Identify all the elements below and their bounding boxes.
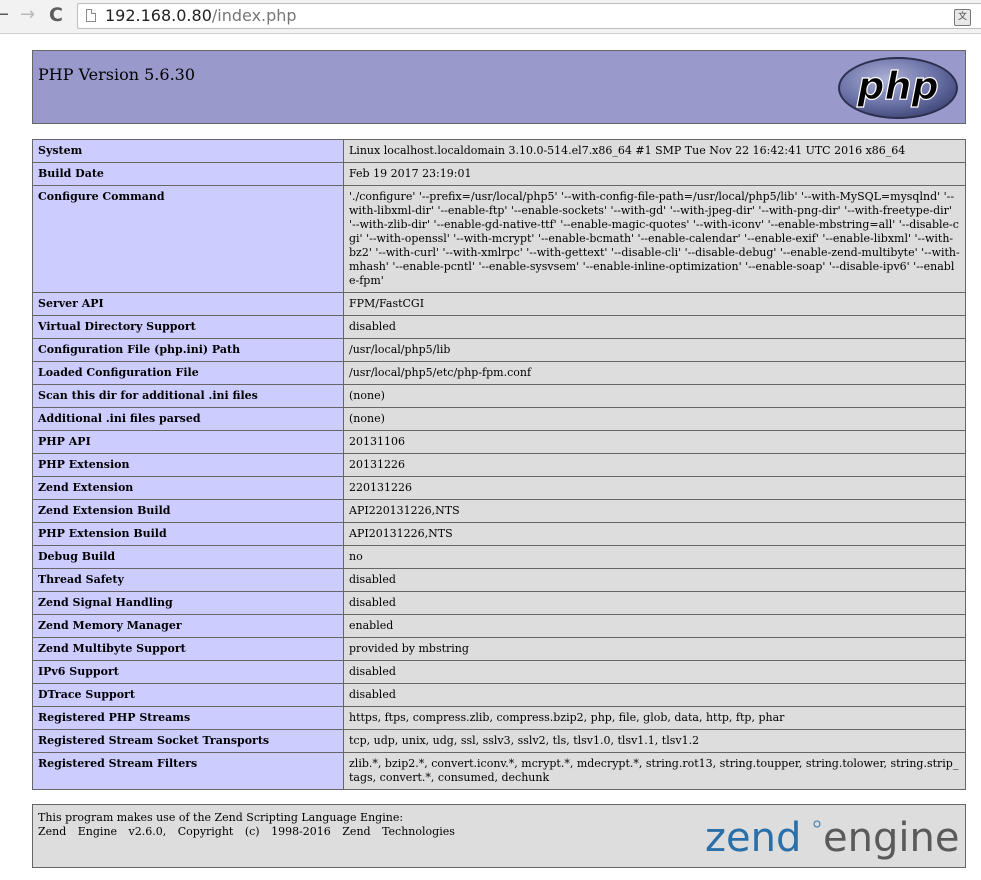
table-row: Virtual Directory Support disabled [32, 315, 966, 339]
table-row: DTrace Support disabled [32, 683, 966, 707]
row-key: Build Date [32, 162, 344, 186]
php-version-header: PHP Version 5.6.30 php [32, 50, 966, 124]
row-value: API20131226,NTS [343, 522, 966, 546]
row-key: PHP Extension Build [32, 522, 344, 546]
row-value: 220131226 [343, 476, 966, 500]
info-table: System Linux localhost.localdomain 3.10.0… [32, 139, 966, 790]
row-value: disabled [343, 315, 966, 339]
url-path: /index.php [211, 6, 297, 25]
row-key: PHP API [32, 430, 344, 454]
row-key: Registered PHP Streams [32, 706, 344, 730]
row-value: disabled [343, 683, 966, 707]
row-key: Configuration File (php.ini) Path [32, 338, 344, 362]
php-logo-text: php [856, 64, 938, 108]
zend-footer: This program makes use of the Zend Scrip… [32, 804, 966, 868]
table-row: PHP Extension Build API20131226,NTS [32, 522, 966, 546]
row-value: /usr/local/php5/etc/php-fpm.conf [343, 361, 966, 385]
row-key: IPv6 Support [32, 660, 344, 684]
php-logo-icon: php [838, 57, 958, 119]
table-row: Additional .ini files parsed (none) [32, 407, 966, 431]
page-icon [86, 9, 96, 22]
table-row: Registered Stream Filters zlib.*, bzip2.*… [32, 752, 966, 790]
row-value: (none) [343, 407, 966, 431]
row-key: Zend Multibyte Support [32, 637, 344, 661]
table-row: PHP Extension 20131226 [32, 453, 966, 477]
table-row: System Linux localhost.localdomain 3.10.0… [32, 139, 966, 163]
phpinfo-page: PHP Version 5.6.30 php System Linux local… [32, 50, 966, 868]
zend-engine-logo-icon: zend engine [705, 815, 959, 861]
row-value: no [343, 545, 966, 569]
table-row: PHP API 20131106 [32, 430, 966, 454]
row-key: Virtual Directory Support [32, 315, 344, 339]
table-row: Zend Multibyte Support provided by mbstri… [32, 637, 966, 661]
table-row: Scan this dir for additional .ini files(… [32, 384, 966, 408]
row-value: disabled [343, 591, 966, 615]
forward-arrow-icon[interactable]: → [20, 4, 35, 26]
row-value: Feb 19 2017 23:19:01 [343, 162, 966, 186]
row-key: System [32, 139, 344, 163]
table-row: Debug Build no [32, 545, 966, 569]
translate-icon[interactable]: 文 [954, 9, 971, 26]
row-value: (none) [343, 384, 966, 408]
row-value: Linux localhost.localdomain 3.10.0-514.e… [343, 139, 966, 163]
page-title: PHP Version 5.6.30 [38, 65, 196, 84]
row-key: Registered Stream Filters [32, 752, 344, 790]
table-row: Loaded Configuration File/usr/local/php5… [32, 361, 966, 385]
row-value: enabled [343, 614, 966, 638]
row-value: https, ftps, compress.zlib, compress.bzi… [343, 706, 966, 730]
row-key: Zend Extension [32, 476, 344, 500]
back-arrow-icon[interactable]: ← [0, 4, 9, 26]
table-row: Zend Extension 220131226 [32, 476, 966, 500]
table-row: Configuration File (php.ini) Path/usr/lo… [32, 338, 966, 362]
row-value: 20131226 [343, 453, 966, 477]
table-row: Registered PHP Streams https, ftps, compr… [32, 706, 966, 730]
table-row: Server API FPM/FastCGI [32, 292, 966, 316]
row-value: 20131106 [343, 430, 966, 454]
row-key: Zend Memory Manager [32, 614, 344, 638]
row-key: Server API [32, 292, 344, 316]
row-value: './configure' '--prefix=/usr/local/php5'… [343, 185, 966, 293]
row-key: Debug Build [32, 545, 344, 569]
browser-toolbar: ← → C 192.168.0.80/index.php 文 [0, 0, 981, 34]
table-row: Registered Stream Socket Transports tcp, … [32, 729, 966, 753]
row-key: Configure Command [32, 185, 344, 293]
table-row: IPv6 Support disabled [32, 660, 966, 684]
engine-logo-word: engine [823, 815, 959, 861]
table-row: Zend Signal Handling disabled [32, 591, 966, 615]
address-bar[interactable]: 192.168.0.80/index.php 文 [77, 3, 981, 29]
table-row: Thread Safety disabled [32, 568, 966, 592]
row-key: Additional .ini files parsed [32, 407, 344, 431]
table-row: Zend Memory Manager enabled [32, 614, 966, 638]
row-value: API220131226,NTS [343, 499, 966, 523]
row-key: Loaded Configuration File [32, 361, 344, 385]
zend-logo-word: zend [705, 815, 801, 861]
row-key: PHP Extension [32, 453, 344, 477]
row-value: disabled [343, 568, 966, 592]
url-host: 192.168.0.80 [105, 6, 212, 25]
row-key: DTrace Support [32, 683, 344, 707]
row-key: Zend Signal Handling [32, 591, 344, 615]
row-value: disabled [343, 660, 966, 684]
reload-icon[interactable]: C [49, 4, 63, 26]
table-row: Build Date Feb 19 2017 23:19:01 [32, 162, 966, 186]
table-row: Zend Extension Build API220131226,NTS [32, 499, 966, 523]
row-value: FPM/FastCGI [343, 292, 966, 316]
row-value: tcp, udp, unix, udg, ssl, sslv3, sslv2, … [343, 729, 966, 753]
row-key: Scan this dir for additional .ini files [32, 384, 344, 408]
row-key: Thread Safety [32, 568, 344, 592]
row-value: zlib.*, bzip2.*, convert.iconv.*, mcrypt… [343, 752, 966, 790]
row-value: /usr/local/php5/lib [343, 338, 966, 362]
table-row: Configure Command './configure' '--prefix… [32, 185, 966, 293]
row-value: provided by mbstring [343, 637, 966, 661]
row-key: Registered Stream Socket Transports [32, 729, 344, 753]
url-text[interactable]: 192.168.0.80/index.php [105, 6, 297, 26]
row-key: Zend Extension Build [32, 499, 344, 523]
